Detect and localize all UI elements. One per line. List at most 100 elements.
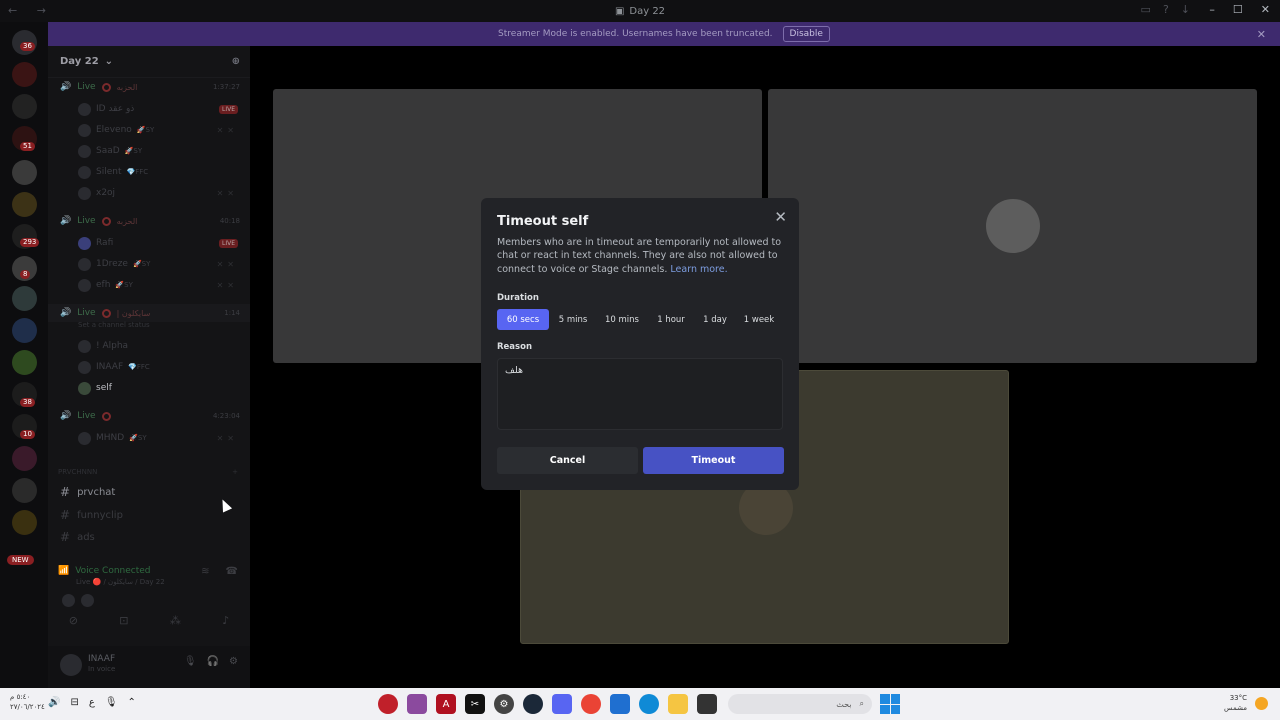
server-icon-13[interactable] xyxy=(12,446,37,471)
voice-user[interactable]: Rafi LIVE xyxy=(48,234,250,252)
gear-icon[interactable]: ⚙ xyxy=(229,656,238,667)
system-tray: 🔊 ⊟ ع 🎙 ⌃ xyxy=(48,697,136,708)
voice-channel[interactable]: 🔊 Live الحزبه 40:18 xyxy=(48,212,250,230)
server-icon-2[interactable] xyxy=(12,94,37,119)
reason-textarea[interactable]: هلف xyxy=(497,358,783,430)
duration-option-1w[interactable]: 1 week xyxy=(735,309,783,330)
language-icon[interactable]: ع xyxy=(89,697,95,708)
add-member-icon[interactable]: ⊕ xyxy=(232,56,240,67)
download-icon[interactable]: ↓ xyxy=(1181,3,1190,16)
server-icon-4[interactable] xyxy=(12,160,37,185)
learn-more-link[interactable]: Learn more. xyxy=(670,264,727,275)
winrar-icon[interactable] xyxy=(407,694,427,714)
channel-status-row[interactable]: Set a channel status xyxy=(48,319,250,331)
voice-channel-name: Live xyxy=(77,216,96,226)
clock-time: ٥:٤٠ م xyxy=(10,693,31,701)
terminal-icon[interactable] xyxy=(697,694,717,714)
voice-user[interactable]: self xyxy=(48,379,250,397)
duration-option-1d[interactable]: 1 day xyxy=(695,309,735,330)
steam-icon[interactable] xyxy=(523,694,543,714)
server-icon-1[interactable] xyxy=(12,62,37,87)
server-icon-8[interactable] xyxy=(12,286,37,311)
network-icon[interactable]: ⊟ xyxy=(70,697,78,708)
voice-user[interactable]: efh 🚀SY ✕✕ xyxy=(48,276,250,294)
disable-button[interactable]: Disable xyxy=(782,26,830,42)
avatar[interactable] xyxy=(60,654,82,676)
disconnect-icon[interactable]: ☎ xyxy=(226,566,238,577)
chevron-down-icon: ⌄ xyxy=(104,56,114,67)
settings-app-icon[interactable]: ⚙ xyxy=(494,694,514,714)
voice-user[interactable]: x2oj ✕✕ xyxy=(48,184,250,202)
server-icon-15[interactable] xyxy=(12,510,37,535)
voice-connected-subtitle[interactable]: Live 🔴 / سايكلون / Day 22 xyxy=(76,578,165,586)
close-window-button[interactable]: ✕ xyxy=(1261,3,1270,16)
server-header[interactable]: Day 22 ⌄ ⊕ xyxy=(48,46,250,78)
app-icon[interactable] xyxy=(378,694,398,714)
avatar xyxy=(78,186,91,200)
pdf-icon[interactable]: A xyxy=(436,694,456,714)
start-button[interactable] xyxy=(880,694,900,714)
mute-deafen-icons: ✕✕ xyxy=(216,259,238,269)
soundboard-icon[interactable]: ♪ xyxy=(222,614,229,636)
server-icon-10[interactable] xyxy=(12,350,37,375)
camera-off-icon[interactable]: ⊘ xyxy=(69,614,78,636)
user-tag: 🚀SY xyxy=(129,434,147,442)
server-icon-14[interactable] xyxy=(12,478,37,503)
inbox-icon[interactable]: ▭ xyxy=(1141,3,1151,16)
voice-user[interactable]: ID ذو عقد LIVE xyxy=(48,100,250,118)
server-badge-11: 38 xyxy=(20,398,35,407)
activities-icon[interactable]: ⁂ xyxy=(170,614,181,636)
close-icon[interactable]: ✕ xyxy=(774,208,787,226)
clock[interactable]: ٥:٤٠ م ٢٧/٠٦/٢٠٢٤ xyxy=(10,692,45,712)
noise-suppression-icon[interactable]: ≋ xyxy=(201,566,209,577)
text-channel[interactable]: # funnyclip xyxy=(48,506,250,524)
add-channel-icon[interactable]: + xyxy=(232,468,238,476)
microphone-icon[interactable]: 🎙 xyxy=(105,697,118,708)
cancel-button[interactable]: Cancel xyxy=(497,447,638,474)
screen-share-icon[interactable]: ⊡ xyxy=(119,614,128,636)
avatar xyxy=(78,144,91,158)
voice-channel[interactable]: 🔊 Live 4:23:04 xyxy=(48,407,250,425)
duration-option-5m[interactable]: 5 mins xyxy=(549,309,597,330)
server-icon-9[interactable] xyxy=(12,318,37,343)
voice-channel[interactable]: 🔊 Live الحزبه 1:37:27 xyxy=(48,78,250,96)
capcut-icon[interactable]: ✂ xyxy=(465,694,485,714)
volume-icon[interactable]: 🔊 xyxy=(48,697,60,708)
hash-icon: # xyxy=(60,508,71,522)
text-channel[interactable]: # ads xyxy=(48,528,250,546)
store-icon[interactable] xyxy=(610,694,630,714)
minimize-button[interactable]: – xyxy=(1209,3,1215,16)
duration-option-60s[interactable]: 60 secs xyxy=(497,309,549,330)
voice-user[interactable]: INAAF 💎FFC xyxy=(48,358,250,376)
chevron-up-icon[interactable]: ⌃ xyxy=(128,697,136,708)
category-header[interactable]: PRVCHNNN + xyxy=(48,465,250,479)
voice-user[interactable]: SaaD 🚀SY xyxy=(48,142,250,160)
voice-user[interactable]: ! Alpha xyxy=(48,337,250,355)
voice-user[interactable]: Silent 💎FFC xyxy=(48,163,250,181)
text-channel[interactable]: # prvchat xyxy=(48,483,250,501)
avatar xyxy=(81,594,94,607)
help-icon[interactable]: ? xyxy=(1163,3,1169,16)
user-panel-name[interactable]: INAAF xyxy=(88,654,115,664)
voice-user[interactable]: MHND 🚀SY ✕✕ xyxy=(48,429,250,447)
folder-icon[interactable] xyxy=(668,694,688,714)
microphone-icon[interactable]: 🎙 xyxy=(184,656,197,667)
voice-user[interactable]: 1Dreze 🚀SY ✕✕ xyxy=(48,255,250,273)
video-tile[interactable] xyxy=(768,89,1257,363)
weather-widget[interactable]: 33°C مشمس xyxy=(1224,693,1268,713)
maximize-button[interactable]: ☐ xyxy=(1233,3,1243,16)
server-icon-5[interactable] xyxy=(12,192,37,217)
window-title: Day 22 xyxy=(629,5,666,17)
duration-option-10m[interactable]: 10 mins xyxy=(597,309,647,330)
duration-option-1h[interactable]: 1 hour xyxy=(647,309,695,330)
voice-user[interactable]: Eleveno 🚀SY ✕✕ xyxy=(48,121,250,139)
chrome-icon[interactable] xyxy=(581,694,601,714)
close-icon[interactable]: ✕ xyxy=(1257,28,1266,41)
voice-connected-title[interactable]: Voice Connected xyxy=(75,566,150,576)
edge-icon[interactable] xyxy=(639,694,659,714)
nav-arrows[interactable]: ← → xyxy=(8,4,54,17)
timeout-button[interactable]: Timeout xyxy=(643,447,784,474)
taskbar-search[interactable]: بحث ⌕ xyxy=(728,694,872,714)
discord-icon[interactable] xyxy=(552,694,572,714)
headphones-icon[interactable]: 🎧 xyxy=(207,656,219,667)
